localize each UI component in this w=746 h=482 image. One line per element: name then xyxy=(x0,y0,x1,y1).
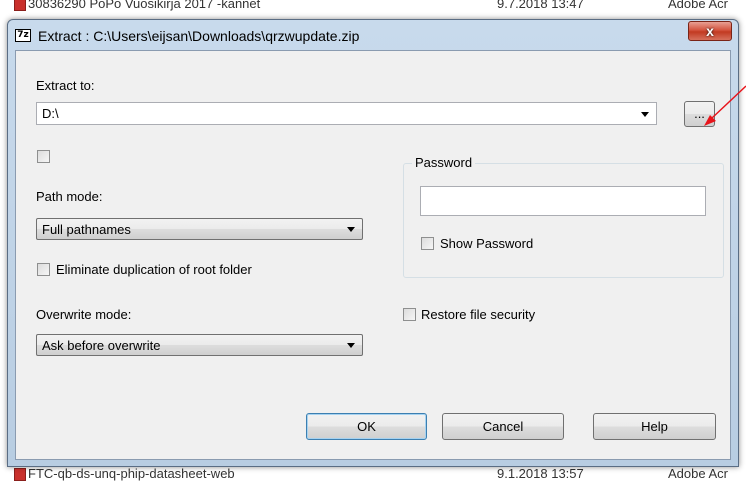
extract-to-combobox[interactable]: D:\ xyxy=(36,102,657,125)
extract-subfolder-checkbox[interactable] xyxy=(37,150,50,163)
extract-dialog: 7z Extract : C:\Users\eijsan\Downloads\q… xyxy=(7,19,739,467)
pdf-file-icon xyxy=(14,468,26,481)
title-bar[interactable]: 7z Extract : C:\Users\eijsan\Downloads\q… xyxy=(8,20,738,50)
background-file-row: 30836290 PoPo Vuosikirja 2017 -kannet 9.… xyxy=(0,0,746,12)
help-button[interactable]: Help xyxy=(593,413,716,440)
extract-to-label: Extract to: xyxy=(36,78,95,93)
chevron-down-icon xyxy=(347,227,355,232)
path-mode-label: Path mode: xyxy=(36,189,103,204)
restore-security-checkbox[interactable] xyxy=(403,308,416,321)
file-name: 30836290 PoPo Vuosikirja 2017 -kannet xyxy=(28,0,261,11)
file-type: Adobe Acr xyxy=(668,0,728,11)
show-password-label[interactable]: Show Password xyxy=(440,236,533,251)
overwrite-mode-dropdown[interactable]: Ask before overwrite xyxy=(36,334,363,356)
eliminate-duplication-label[interactable]: Eliminate duplication of root folder xyxy=(56,262,252,277)
show-password-checkbox[interactable] xyxy=(421,237,434,250)
chevron-down-icon[interactable] xyxy=(641,112,649,117)
eliminate-duplication-checkbox[interactable] xyxy=(37,263,50,276)
dialog-client-area: Extract to: D:\ ... Path mode: Full path… xyxy=(15,50,731,460)
close-button[interactable]: x xyxy=(688,21,732,41)
extract-to-value: D:\ xyxy=(42,106,59,121)
chevron-down-icon xyxy=(347,343,355,348)
cancel-button[interactable]: Cancel xyxy=(442,413,564,440)
overwrite-mode-value: Ask before overwrite xyxy=(42,338,161,353)
browse-button[interactable]: ... xyxy=(684,101,715,127)
window-title: Extract : C:\Users\eijsan\Downloads\qrzw… xyxy=(38,28,360,44)
file-date: 9.1.2018 13:57 xyxy=(497,466,584,481)
file-name: FTC-qb-ds-unq-phip-datasheet-web xyxy=(28,466,235,481)
password-group-label: Password xyxy=(412,155,476,170)
7zip-app-icon: 7z xyxy=(15,29,31,42)
password-input[interactable] xyxy=(420,186,706,216)
path-mode-dropdown[interactable]: Full pathnames xyxy=(36,218,363,240)
path-mode-value: Full pathnames xyxy=(42,222,131,237)
overwrite-mode-label: Overwrite mode: xyxy=(36,307,132,322)
file-type: Adobe Acr xyxy=(668,466,728,481)
ok-button[interactable]: OK xyxy=(306,413,427,440)
pdf-file-icon xyxy=(14,0,26,11)
restore-security-label[interactable]: Restore file security xyxy=(421,307,535,322)
background-file-row: FTC-qb-ds-unq-phip-datasheet-web 9.1.201… xyxy=(0,466,746,482)
password-group: Password Show Password xyxy=(403,155,724,278)
file-date: 9.7.2018 13:47 xyxy=(497,0,584,11)
